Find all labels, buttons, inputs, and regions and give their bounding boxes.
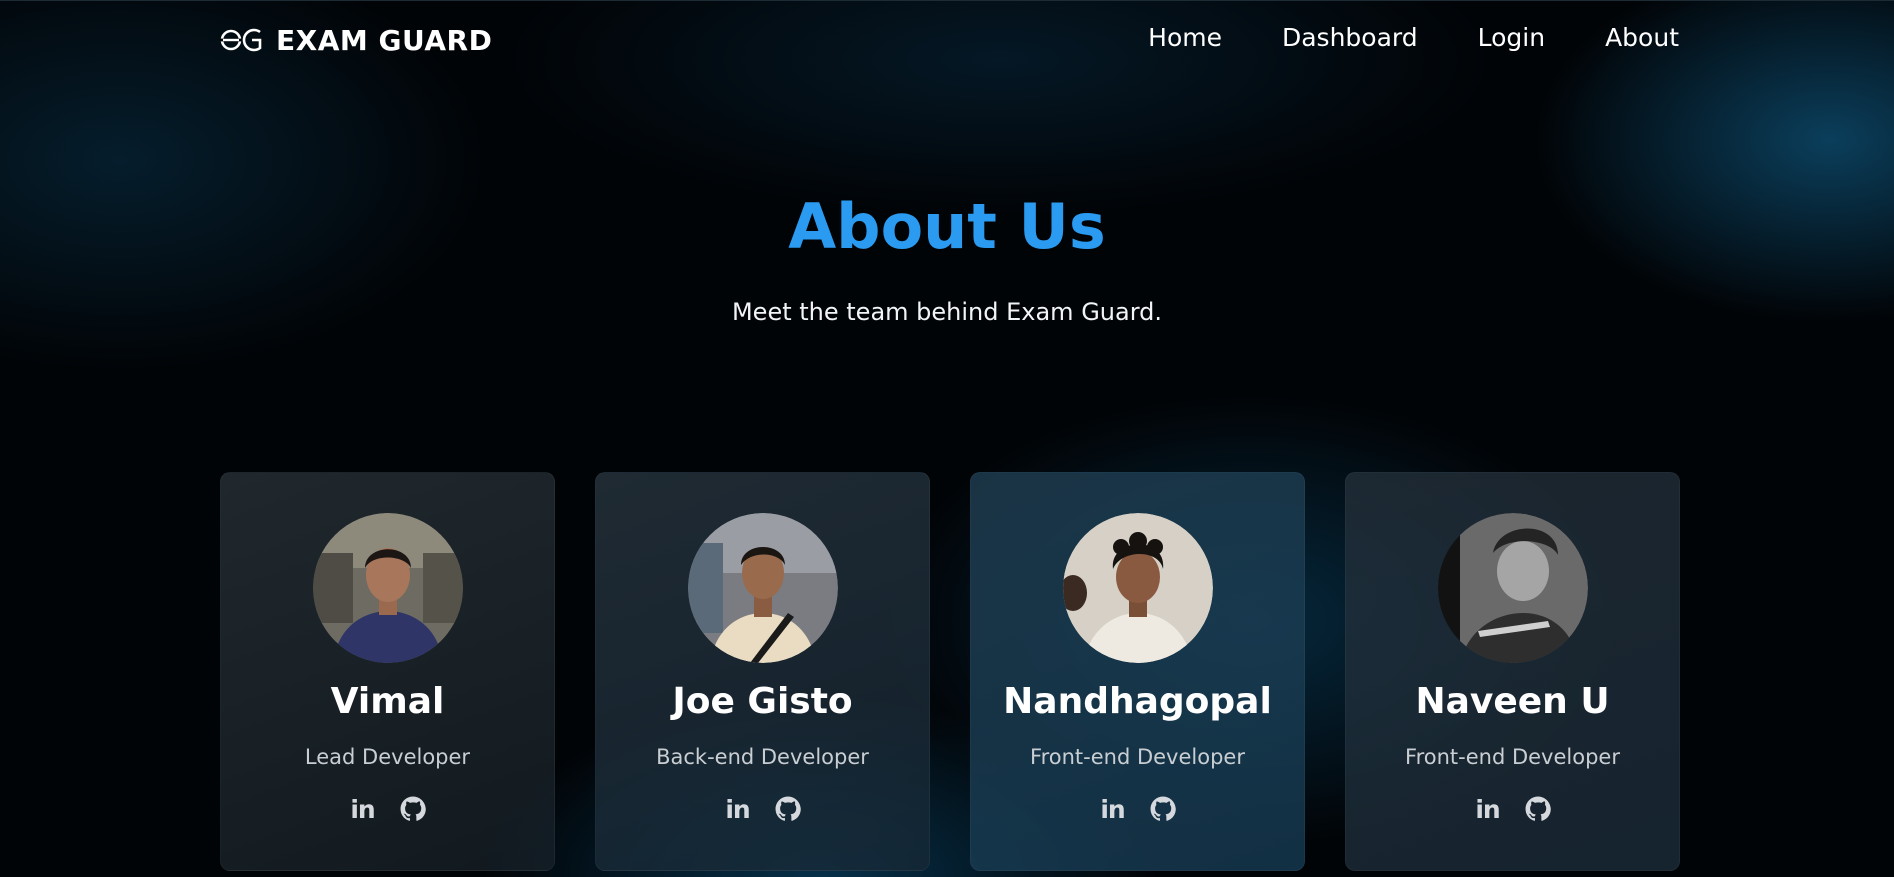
team-card: Nandhagopal Front-end Developer in bbox=[970, 472, 1305, 871]
brand[interactable]: EXAM GUARD bbox=[220, 21, 492, 59]
github-icon[interactable] bbox=[1524, 795, 1552, 823]
linkedin-icon[interactable]: in bbox=[1099, 795, 1127, 824]
member-name: Vimal bbox=[330, 681, 445, 722]
team-grid: Vimal Lead Developer in Joe Gisto Back-e… bbox=[220, 472, 1680, 871]
social-links: in bbox=[1099, 795, 1177, 824]
github-icon[interactable] bbox=[1149, 795, 1177, 823]
team-card: Vimal Lead Developer in bbox=[220, 472, 555, 871]
avatar bbox=[687, 513, 838, 663]
page-subtitle: Meet the team behind Exam Guard. bbox=[731, 298, 1163, 326]
social-links: in bbox=[349, 795, 427, 824]
member-name: Naveen U bbox=[1415, 681, 1610, 722]
eg-shield-logo-icon bbox=[220, 25, 264, 55]
member-role: Front-end Developer bbox=[1030, 745, 1245, 769]
nav-link-home[interactable]: Home bbox=[1148, 23, 1222, 52]
page-title: About Us bbox=[788, 190, 1106, 263]
social-links: in bbox=[1474, 795, 1552, 824]
member-role: Lead Developer bbox=[304, 745, 471, 769]
avatar bbox=[312, 513, 463, 663]
member-role: Front-end Developer bbox=[1405, 745, 1620, 769]
nav-links: Home Dashboard Login About bbox=[1148, 23, 1679, 52]
member-role: Back-end Developer bbox=[656, 745, 869, 769]
linkedin-icon[interactable]: in bbox=[724, 795, 752, 824]
github-icon[interactable] bbox=[399, 795, 427, 823]
member-name: Nandhagopal bbox=[1003, 681, 1272, 722]
team-card: Joe Gisto Back-end Developer in bbox=[595, 472, 930, 871]
linkedin-icon[interactable]: in bbox=[349, 795, 377, 824]
navbar: EXAM GUARD Home Dashboard Login About bbox=[0, 0, 1894, 78]
github-icon[interactable] bbox=[774, 795, 802, 823]
brand-name: EXAM GUARD bbox=[276, 23, 493, 57]
avatar bbox=[1062, 513, 1213, 663]
nav-link-login[interactable]: Login bbox=[1478, 23, 1545, 52]
linkedin-icon[interactable]: in bbox=[1474, 795, 1502, 824]
social-links: in bbox=[724, 795, 802, 824]
team-card: Naveen U Front-end Developer in bbox=[1345, 472, 1680, 871]
member-name: Joe Gisto bbox=[672, 681, 853, 722]
nav-link-about[interactable]: About bbox=[1605, 23, 1679, 52]
nav-link-dashboard[interactable]: Dashboard bbox=[1282, 23, 1418, 52]
avatar bbox=[1437, 513, 1588, 663]
